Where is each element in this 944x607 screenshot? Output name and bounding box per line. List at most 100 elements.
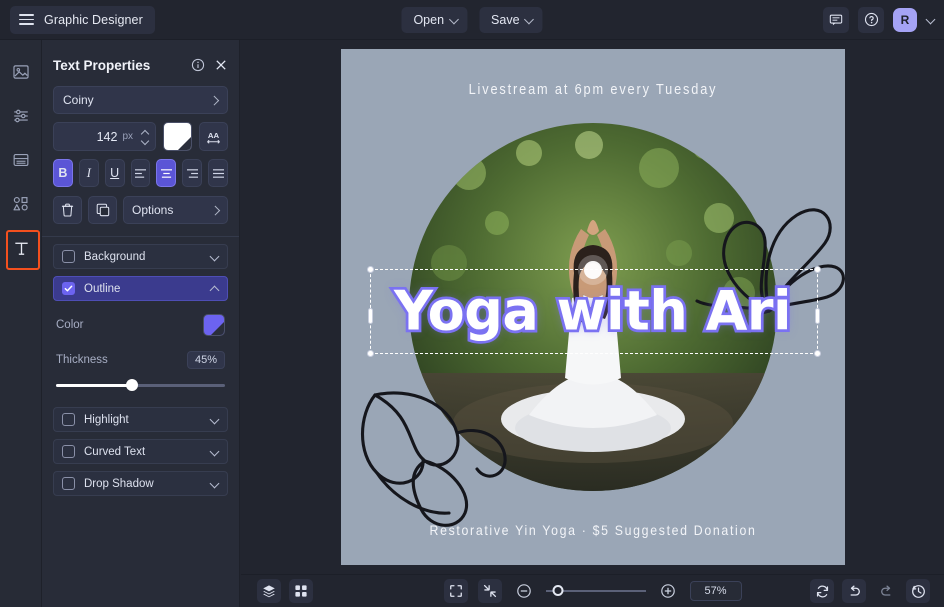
grid-icon	[295, 585, 307, 597]
align-left-button[interactable]	[130, 159, 151, 187]
highlight-checkbox[interactable]	[62, 413, 75, 426]
outline-color-row: Color	[56, 314, 225, 336]
comment-button[interactable]	[823, 6, 849, 33]
outline-thickness-slider[interactable]	[56, 378, 225, 392]
top-caption[interactable]: Livestream at 6pm every Tuesday	[371, 82, 815, 98]
italic-button[interactable]: I	[78, 159, 99, 187]
section-outline[interactable]: Outline	[53, 276, 228, 301]
svg-text:AA: AA	[208, 130, 220, 139]
outline-body: Color Thickness 45%	[53, 314, 228, 392]
outline-color-swatch[interactable]	[203, 314, 225, 336]
section-highlight[interactable]: Highlight	[53, 407, 228, 432]
stepper-down-icon[interactable]	[141, 139, 149, 144]
align-center-button[interactable]	[156, 159, 177, 187]
delete-button[interactable]	[53, 196, 82, 224]
zoom-out-icon	[516, 584, 531, 598]
options-button[interactable]: Options	[123, 196, 228, 224]
align-right-button[interactable]	[182, 159, 203, 187]
resize-handle-left[interactable]	[367, 308, 373, 324]
section-background[interactable]: Background	[53, 244, 228, 269]
canvas-stage[interactable]: Livestream at 6pm every Tuesday Restorat…	[241, 40, 944, 574]
align-justify-button[interactable]	[208, 159, 229, 187]
top-bar: Graphic Designer Open Save R	[0, 0, 944, 40]
undo-button[interactable]	[842, 579, 866, 603]
help-button[interactable]	[858, 6, 884, 33]
bold-button[interactable]: B	[53, 159, 73, 187]
shrink-button[interactable]	[477, 579, 502, 603]
zoom-out-button[interactable]	[512, 579, 536, 603]
italic-label: I	[86, 165, 91, 180]
reset-button[interactable]	[810, 579, 834, 603]
sidebar-item-text[interactable]	[0, 226, 42, 270]
chevron-down-icon	[210, 447, 219, 456]
chevron-down-icon	[526, 16, 534, 24]
resize-handle-br[interactable]	[813, 350, 821, 357]
drop-shadow-label: Drop Shadow	[84, 477, 154, 490]
section-drop-shadow[interactable]: Drop Shadow	[53, 471, 228, 496]
resize-handle-bl[interactable]	[366, 350, 374, 357]
drop-shadow-checkbox[interactable]	[62, 477, 75, 490]
curved-text-label: Curved Text	[84, 445, 146, 458]
sidebar-item-adjust[interactable]	[0, 94, 42, 138]
section-curved-text[interactable]: Curved Text	[53, 439, 228, 464]
trash-icon	[61, 203, 74, 217]
font-size-input[interactable]: 142 px	[53, 122, 156, 151]
zoom-in-button[interactable]	[656, 579, 680, 603]
zoom-in-icon	[660, 584, 675, 598]
font-size-value: 142	[96, 129, 118, 144]
text-icon	[14, 242, 28, 255]
open-label: Open	[413, 12, 445, 27]
redo-button[interactable]	[874, 579, 898, 603]
headline-text[interactable]: Yoga with Ari	[391, 277, 794, 346]
avatar[interactable]: R	[893, 7, 917, 32]
open-button[interactable]: Open	[401, 6, 468, 33]
curved-text-checkbox[interactable]	[62, 445, 75, 458]
adjustments-icon	[14, 109, 28, 123]
background-checkbox[interactable]	[62, 250, 75, 263]
resize-handle-tr[interactable]	[813, 266, 821, 273]
stepper-up-icon[interactable]	[141, 130, 149, 135]
chevron-up-icon	[210, 284, 219, 293]
outline-thickness-label: Thickness	[56, 354, 108, 366]
grid-button[interactable]	[289, 579, 313, 603]
hamburger-icon[interactable]	[19, 14, 34, 25]
text-properties-panel: Text Properties Coiny 142 px AA B I U Op…	[42, 40, 240, 607]
close-icon[interactable]	[214, 58, 228, 72]
outline-checkbox[interactable]	[62, 282, 75, 295]
brand-menu-button[interactable]: Graphic Designer	[10, 5, 155, 34]
underline-button[interactable]: U	[104, 159, 125, 187]
font-size-stepper[interactable]	[141, 130, 149, 144]
align-center-icon	[160, 168, 172, 178]
info-circle-icon[interactable]	[191, 58, 205, 72]
resize-handle-tl[interactable]	[366, 266, 374, 273]
bottom-caption[interactable]: Restorative Yin Yoga · $5 Suggested Dona…	[371, 522, 815, 538]
sidebar-item-shapes[interactable]	[0, 182, 42, 226]
zoom-level[interactable]: 57%	[689, 581, 742, 601]
font-size-unit: px	[122, 131, 133, 142]
sidebar-item-images[interactable]	[0, 50, 42, 94]
save-button[interactable]: Save	[479, 6, 543, 33]
help-circle-icon	[864, 12, 878, 27]
letter-spacing-button[interactable]: AA	[199, 122, 228, 151]
slider-thumb[interactable]	[126, 379, 139, 391]
duplicate-button[interactable]	[88, 196, 117, 224]
fit-to-screen-button[interactable]	[443, 579, 468, 603]
history-button[interactable]	[906, 579, 930, 603]
text-color-swatch[interactable]	[163, 122, 192, 151]
outline-label: Outline	[84, 282, 121, 295]
sidebar-item-layouts[interactable]	[0, 138, 42, 182]
undo-icon	[850, 585, 860, 596]
zoom-slider[interactable]	[545, 584, 646, 598]
tool-rail	[0, 40, 42, 607]
zoom-slider-knob[interactable]	[552, 585, 563, 596]
layers-button[interactable]	[257, 579, 281, 603]
underline-label: U	[110, 166, 120, 180]
font-family-select[interactable]: Coiny	[53, 86, 228, 114]
chevron-down-icon	[450, 16, 458, 24]
panel-divider	[42, 236, 239, 237]
artboard[interactable]: Livestream at 6pm every Tuesday Restorat…	[340, 49, 845, 565]
align-right-icon	[186, 168, 198, 178]
resize-handle-right[interactable]	[814, 308, 820, 324]
options-label: Options	[132, 203, 174, 217]
account-chevron-down-icon[interactable]	[926, 15, 936, 25]
